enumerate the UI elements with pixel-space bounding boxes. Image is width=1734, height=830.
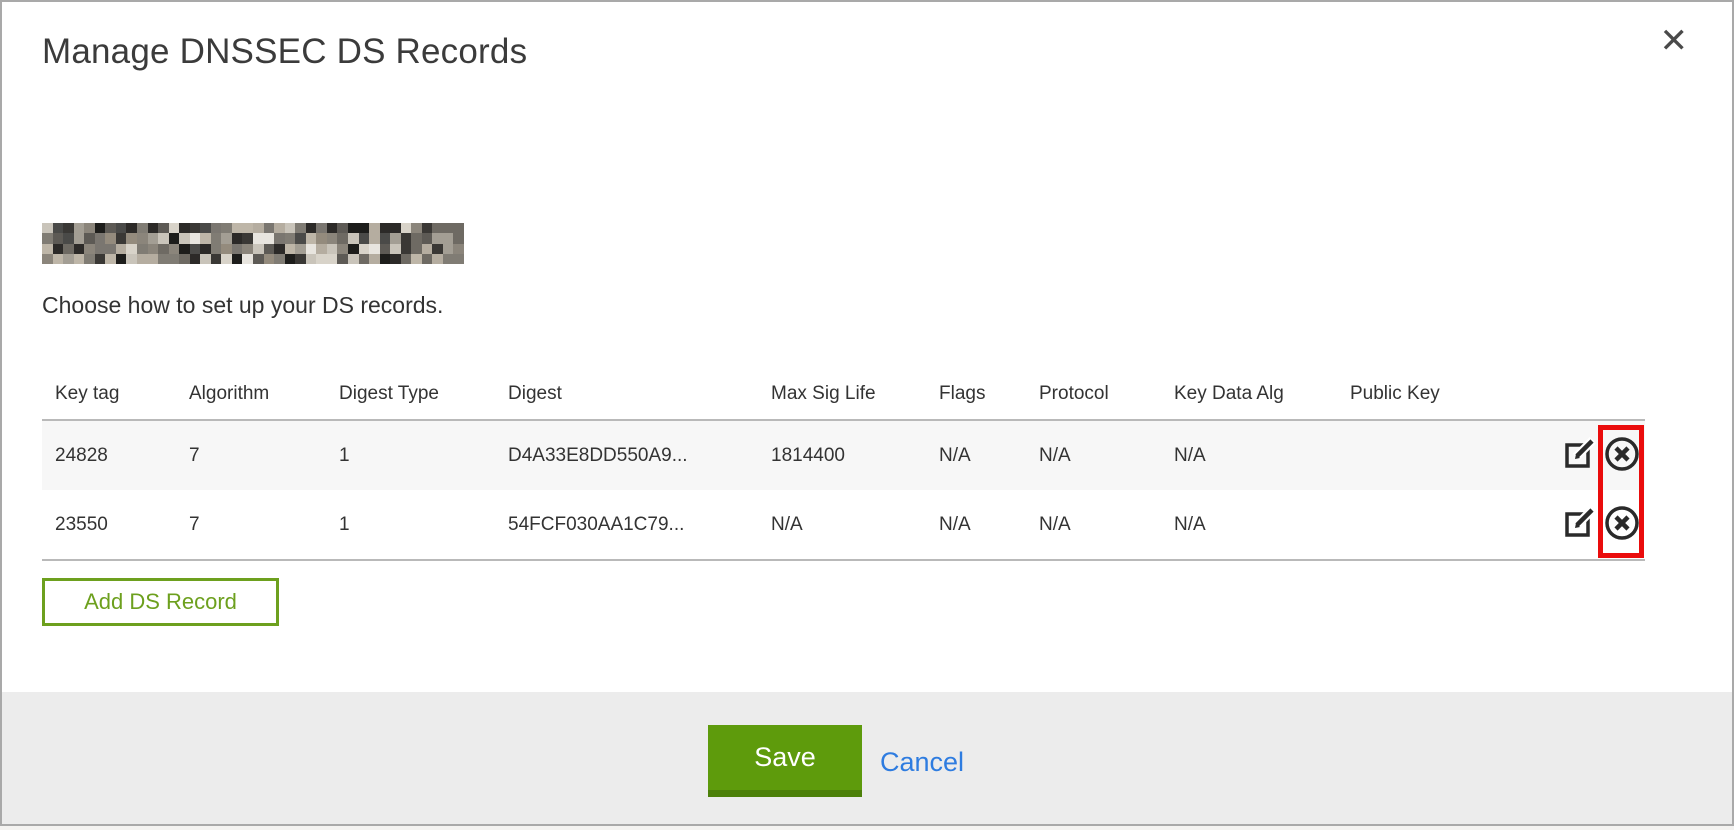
cell-key-data-alg: N/A (1161, 490, 1337, 560)
table-row: 24828 7 1 D4A33E8DD550A9... 1814400 N/A … (42, 420, 1645, 490)
add-ds-record-button[interactable]: Add DS Record (42, 578, 279, 626)
table-header-row: Key tag Algorithm Digest Type Digest Max… (42, 368, 1645, 420)
cell-algorithm: 7 (176, 420, 326, 490)
cell-flags: N/A (926, 490, 1026, 560)
column-header-actions (1525, 368, 1645, 420)
column-header-digest-type: Digest Type (326, 368, 495, 420)
column-header-max-sig-life: Max Sig Life (758, 368, 926, 420)
cell-max-sig-life: 1814400 (758, 420, 926, 490)
cell-digest-type: 1 (326, 490, 495, 560)
column-header-public-key: Public Key (1337, 368, 1525, 420)
column-header-key-data-alg: Key Data Alg (1161, 368, 1337, 420)
column-header-key-tag: Key tag (42, 368, 176, 420)
cell-digest-type: 1 (326, 420, 495, 490)
column-header-protocol: Protocol (1026, 368, 1161, 420)
cell-actions (1525, 490, 1645, 560)
manage-dnssec-modal: Manage DNSSEC DS Records ✕ Choose how to… (0, 0, 1734, 826)
cell-protocol: N/A (1026, 490, 1161, 560)
cell-digest: 54FCF030AA1C79... (495, 490, 758, 560)
column-header-flags: Flags (926, 368, 1026, 420)
table-row: 23550 7 1 54FCF030AA1C79... N/A N/A N/A … (42, 490, 1645, 560)
redacted-domain-name (42, 223, 464, 264)
cell-key-data-alg: N/A (1161, 420, 1337, 490)
cell-actions (1525, 420, 1645, 490)
edit-icon (1562, 436, 1598, 475)
close-icon[interactable]: ✕ (1660, 24, 1689, 58)
cell-protocol: N/A (1026, 420, 1161, 490)
cell-key-tag: 24828 (42, 420, 176, 490)
ds-records-table: Key tag Algorithm Digest Type Digest Max… (42, 368, 1645, 561)
cell-algorithm: 7 (176, 490, 326, 560)
cell-key-tag: 23550 (42, 490, 176, 560)
edit-icon (1562, 505, 1598, 544)
cancel-link[interactable]: Cancel (880, 747, 964, 778)
delete-record-button[interactable] (1603, 506, 1641, 544)
edit-record-button[interactable] (1561, 437, 1599, 475)
intro-text: Choose how to set up your DS records. (42, 292, 443, 319)
modal-footer: Save Cancel (2, 692, 1732, 824)
delete-icon (1603, 435, 1641, 476)
cell-flags: N/A (926, 420, 1026, 490)
column-header-digest: Digest (495, 368, 758, 420)
save-button[interactable]: Save (708, 725, 862, 797)
delete-record-button[interactable] (1603, 437, 1641, 475)
cell-public-key (1337, 420, 1525, 490)
cell-public-key (1337, 490, 1525, 560)
cell-max-sig-life: N/A (758, 490, 926, 560)
cell-digest: D4A33E8DD550A9... (495, 420, 758, 490)
edit-record-button[interactable] (1561, 506, 1599, 544)
delete-icon (1603, 504, 1641, 545)
page-title: Manage DNSSEC DS Records (42, 32, 527, 72)
column-header-algorithm: Algorithm (176, 368, 326, 420)
